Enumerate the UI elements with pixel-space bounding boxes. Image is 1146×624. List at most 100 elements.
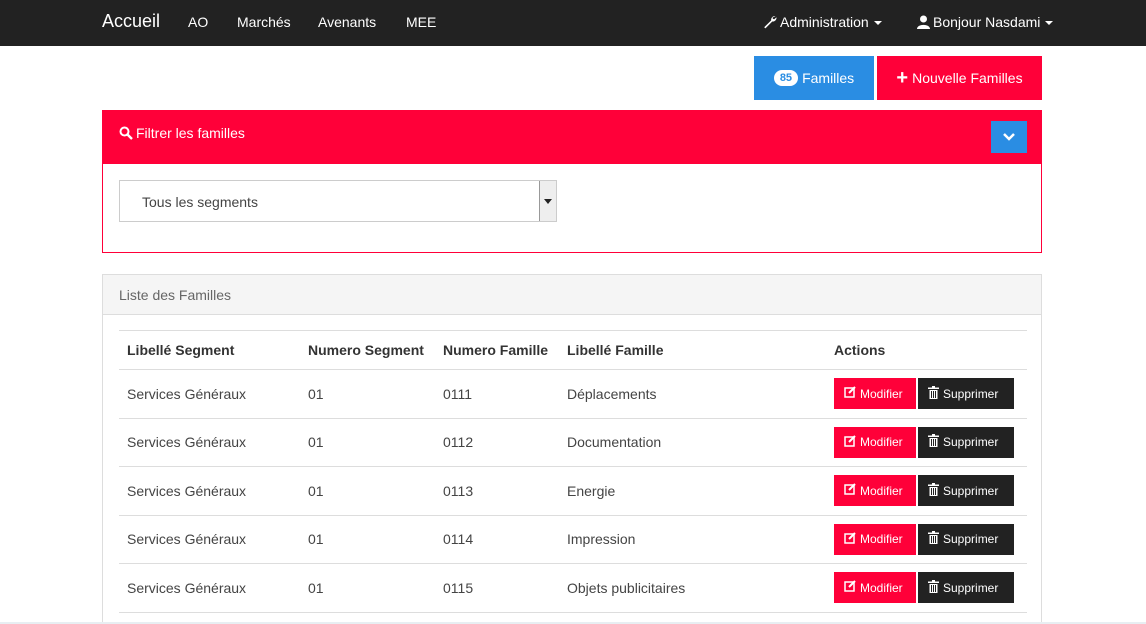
cell-numero-famille: 0115 xyxy=(435,563,559,613)
cell-libelle-segment: Services Généraux xyxy=(119,418,300,467)
cell-actions: Modifier Supprimer xyxy=(826,515,1027,564)
edit-icon xyxy=(844,580,856,595)
nav-item-ao[interactable]: AO xyxy=(188,14,208,30)
table-header-row: Libellé Segment Numero Segment Numero Fa… xyxy=(119,330,1027,370)
nav-administration-label: Administration xyxy=(780,14,869,30)
familles-list-panel: Liste des Familles Libellé Segment Numer… xyxy=(102,274,1042,624)
filter-title-label: Filtrer les familles xyxy=(136,125,245,141)
nouvelle-familles-label: Nouvelle Familles xyxy=(912,70,1023,86)
table-row: Services Généraux 01 0115 Objets publici… xyxy=(119,563,1027,613)
modifier-label: Modifier xyxy=(860,580,903,595)
cell-libelle-famille: Déplacements xyxy=(559,369,826,419)
cell-libelle-segment: Services Généraux xyxy=(119,515,300,564)
filter-panel-header: Filtrer les familles xyxy=(103,111,1041,164)
familles-count-badge: 85 xyxy=(773,70,799,86)
modifier-label: Modifier xyxy=(860,435,903,450)
trash-icon xyxy=(928,531,939,547)
cell-actions: Modifier Supprimer xyxy=(826,369,1027,419)
cell-numero-segment: 01 xyxy=(300,418,435,467)
cell-libelle-famille: Documentation xyxy=(559,418,826,467)
edit-icon xyxy=(844,483,856,498)
segment-select[interactable]: Tous les segments xyxy=(119,180,557,222)
cell-numero-famille: 0113 xyxy=(435,466,559,516)
chevron-down-icon xyxy=(873,21,882,26)
column-header-numero-famille: Numero Famille xyxy=(435,330,559,370)
cell-numero-segment: 01 xyxy=(300,369,435,419)
top-navbar: Accueil AO Marchés Avenants MEE Administ… xyxy=(0,0,1146,46)
search-icon xyxy=(119,126,133,143)
trash-icon xyxy=(928,385,939,402)
supprimer-label: Supprimer xyxy=(943,532,999,547)
nav-brand-accueil[interactable]: Accueil xyxy=(102,11,160,32)
familles-table: Libellé Segment Numero Segment Numero Fa… xyxy=(119,330,1027,613)
table-row: Services Généraux 01 0112 Documentation … xyxy=(119,418,1027,467)
cell-actions: Modifier Supprimer xyxy=(826,418,1027,467)
nouvelle-familles-button[interactable]: + Nouvelle Familles xyxy=(877,56,1042,100)
table-row: Services Généraux 01 0114 Impression Mod… xyxy=(119,515,1027,564)
column-header-libelle-segment: Libellé Segment xyxy=(119,330,300,370)
select-arrow-icon[interactable] xyxy=(539,181,556,221)
nav-user-label: Bonjour Nasdami xyxy=(933,14,1041,30)
cell-libelle-famille: Energie xyxy=(559,466,826,516)
modifier-button[interactable]: Modifier xyxy=(834,475,916,507)
cell-libelle-famille: Objets publicitaires xyxy=(559,563,826,613)
cell-numero-segment: 01 xyxy=(300,515,435,564)
supprimer-label: Supprimer xyxy=(943,483,999,498)
supprimer-button[interactable]: Supprimer xyxy=(918,426,1014,458)
modifier-button[interactable]: Modifier xyxy=(834,523,916,555)
column-header-numero-segment: Numero Segment xyxy=(300,330,435,370)
list-title: Liste des Familles xyxy=(119,287,232,303)
filter-toggle-button[interactable] xyxy=(991,121,1027,153)
column-header-actions: Actions xyxy=(826,330,1027,370)
familles-label: Familles xyxy=(802,70,855,86)
cell-numero-famille: 0112 xyxy=(435,418,559,467)
cell-libelle-segment: Services Généraux xyxy=(119,563,300,613)
nav-item-marches[interactable]: Marchés xyxy=(237,14,291,30)
user-icon xyxy=(917,15,930,32)
supprimer-button[interactable]: Supprimer xyxy=(918,572,1014,604)
familles-count-button[interactable]: 85 Familles xyxy=(754,56,874,100)
plus-icon: + xyxy=(896,67,909,89)
chevron-down-icon xyxy=(1045,21,1054,26)
trash-icon xyxy=(928,482,939,499)
filter-panel: Filtrer les familles Tous les segments xyxy=(102,110,1042,253)
column-header-libelle-famille: Libellé Famille xyxy=(559,330,826,370)
list-panel-header: Liste des Familles xyxy=(103,275,1041,315)
edit-icon xyxy=(844,386,856,401)
edit-icon xyxy=(844,532,856,547)
trash-icon xyxy=(928,434,939,450)
nav-item-avenants[interactable]: Avenants xyxy=(318,14,376,30)
cell-libelle-segment: Services Généraux xyxy=(119,466,300,516)
segment-select-value: Tous les segments xyxy=(142,194,258,210)
cell-actions: Modifier Supprimer xyxy=(826,466,1027,516)
cell-numero-segment: 01 xyxy=(300,563,435,613)
trash-icon xyxy=(928,579,939,596)
modifier-label: Modifier xyxy=(860,386,903,401)
supprimer-label: Supprimer xyxy=(943,580,999,595)
table-row: Services Généraux 01 0111 Déplacements M… xyxy=(119,369,1027,419)
modifier-button[interactable]: Modifier xyxy=(834,572,916,604)
supprimer-button[interactable]: Supprimer xyxy=(918,523,1014,555)
cell-libelle-famille: Impression xyxy=(559,515,826,564)
edit-icon xyxy=(844,435,856,450)
nav-administration-dropdown[interactable]: Administration xyxy=(763,14,882,32)
modifier-button[interactable]: Modifier xyxy=(834,426,916,458)
filter-title: Filtrer les familles xyxy=(119,125,245,143)
wrench-icon xyxy=(763,15,777,32)
supprimer-label: Supprimer xyxy=(943,435,999,450)
cell-libelle-segment: Services Généraux xyxy=(119,369,300,419)
table-row: Services Généraux 01 0113 Energie Modifi… xyxy=(119,466,1027,516)
supprimer-label: Supprimer xyxy=(943,386,999,401)
modifier-label: Modifier xyxy=(860,483,903,498)
cell-numero-famille: 0111 xyxy=(435,369,559,419)
nav-item-mee[interactable]: MEE xyxy=(406,14,436,30)
supprimer-button[interactable]: Supprimer xyxy=(918,475,1014,507)
cell-numero-famille: 0114 xyxy=(435,515,559,564)
modifier-label: Modifier xyxy=(860,532,903,547)
cell-actions: Modifier Supprimer xyxy=(826,563,1027,613)
supprimer-button[interactable]: Supprimer xyxy=(918,378,1014,410)
nav-user-dropdown[interactable]: Bonjour Nasdami xyxy=(917,14,1054,32)
cell-numero-segment: 01 xyxy=(300,466,435,516)
chevron-down-icon xyxy=(1003,129,1015,145)
modifier-button[interactable]: Modifier xyxy=(834,378,916,410)
